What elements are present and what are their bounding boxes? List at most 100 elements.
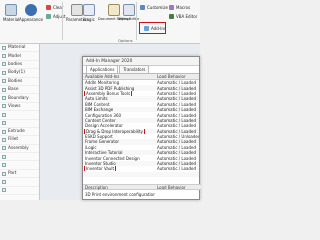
- addin-behavior: Automatic / Unloaded: [157, 134, 199, 140]
- table-row[interactable]: Auto Limits Automatic / Loaded: [83, 96, 199, 102]
- table-row[interactable]: Frame Generator Automatic / Loaded: [83, 139, 199, 145]
- browser-item[interactable]: Extrude: [0, 128, 39, 137]
- vba-editor-icon: [169, 14, 174, 19]
- addin-name: ESKD Support: [85, 134, 113, 140]
- appearance-sphere-icon: [25, 4, 38, 16]
- addin-name: Inventor Studio: [85, 161, 116, 167]
- description-row: 3D Print environment configuration: [83, 191, 201, 197]
- browser-item[interactable]: Fillet: [0, 136, 39, 145]
- browser-item[interactable]: [0, 120, 39, 128]
- browser-item[interactable]: Bodies: [0, 78, 39, 86]
- addin-name: AddIn Monitoring: [85, 80, 120, 86]
- node-icon: [2, 137, 6, 142]
- browser-item[interactable]: Part: [0, 170, 39, 179]
- addin-manager-dialog: Add-In Manager 2020 Applications Transla…: [82, 56, 201, 200]
- dialog-tabs: Applications Translators: [83, 65, 199, 74]
- node-icon: [2, 62, 6, 67]
- description-behavior-label: Load Behavior: [157, 184, 186, 190]
- node-icon: [2, 45, 6, 50]
- node-icon: [2, 79, 6, 84]
- node-icon: [2, 104, 6, 109]
- column-header-name[interactable]: Available Add-Ins: [83, 74, 155, 79]
- table-row[interactable]: Inventor Studio Automatic / Loaded: [83, 160, 199, 167]
- table-row[interactable]: Configuration 360 Automatic / Loaded: [83, 112, 199, 118]
- addin-name: Configuration 360: [85, 112, 122, 118]
- browser-item[interactable]: Base: [0, 86, 39, 95]
- node-icon: [2, 70, 6, 75]
- tab-applications[interactable]: Applications: [86, 65, 119, 73]
- table-row[interactable]: Design Accelerator Automatic / Loaded: [83, 123, 199, 128]
- addin-name: Content Center: [85, 117, 116, 123]
- table-row[interactable]: Assembly Bonus Tools Automatic / Loaded: [83, 90, 199, 96]
- table-row[interactable]: Inventor Connected Design Automatic / Loa…: [83, 155, 199, 161]
- ilogic-button[interactable]: iLogic: [83, 4, 95, 22]
- appearance-button[interactable]: Appearance: [19, 4, 43, 22]
- separator: [136, 2, 137, 40]
- model-browser: Material Model bodies Body(1) Bodies Bas…: [0, 44, 40, 200]
- adjust-icon: [46, 14, 51, 19]
- table-row[interactable]: Assist 3D PDF Publishing Automatic / Load…: [83, 85, 199, 91]
- addins-highlight-box: [139, 22, 166, 34]
- table-row[interactable]: BIM Content Automatic / Loaded: [83, 102, 199, 107]
- addin-name: Inventor Connected Design: [85, 155, 140, 161]
- customize-icon: [140, 5, 145, 10]
- addin-name: Interactive Tutorial: [85, 150, 123, 156]
- addin-behavior: Automatic / Loaded: [157, 90, 196, 96]
- browser-item[interactable]: Views: [0, 103, 39, 112]
- table-row[interactable]: Drag & Drop Interoperability Automatic / …: [83, 128, 199, 134]
- addin-behavior: Automatic / Loaded: [157, 150, 196, 156]
- browser-item[interactable]: [0, 178, 39, 187]
- browser-item[interactable]: Model: [0, 52, 39, 61]
- node-icon: [2, 154, 6, 159]
- table-row[interactable]: BIM Exchange Automatic / Loaded: [83, 106, 199, 113]
- table-row[interactable]: [83, 177, 199, 182]
- addin-behavior: Automatic / Loaded: [157, 155, 196, 161]
- addin-behavior: Automatic / Loaded: [157, 123, 196, 129]
- table-row[interactable]: AddIn Monitoring Automatic / Loaded: [83, 80, 199, 85]
- node-icon: [2, 87, 6, 92]
- addin-behavior: Automatic / Loaded: [157, 161, 196, 167]
- customize-button[interactable]: Customize: [140, 5, 168, 10]
- macros-button[interactable]: Macros: [169, 5, 190, 10]
- browser-item[interactable]: Boundary: [0, 94, 39, 103]
- table-row[interactable]: ESKD Support Automatic / Unloaded: [83, 134, 199, 139]
- addin-behavior: Automatic / Loaded: [157, 107, 196, 113]
- browser-item[interactable]: Assembly: [0, 145, 39, 154]
- addin-table-body: AddIn Monitoring Automatic / Loaded Assis…: [83, 80, 199, 182]
- addin-behavior: Automatic / Loaded: [157, 85, 196, 91]
- addin-behavior: Automatic / Loaded: [157, 96, 196, 102]
- addin-behavior: Automatic / Loaded: [157, 166, 196, 172]
- clear-button[interactable]: Clear: [46, 5, 63, 10]
- browser-item[interactable]: [0, 111, 39, 120]
- ribbon: Material Appearance Clear Adjust Paramet…: [0, 0, 200, 44]
- clear-icon: [46, 5, 51, 10]
- addin-behavior: Automatic / Loaded: [157, 80, 196, 86]
- table-row[interactable]: Interactive Tutorial Automatic / Loaded: [83, 150, 199, 156]
- addin-name: Inventor Vault: [83, 166, 117, 172]
- tab-translators[interactable]: Translators: [119, 65, 150, 73]
- browser-item[interactable]: [0, 187, 39, 196]
- browser-item[interactable]: Body(1): [0, 69, 39, 78]
- material-button[interactable]: Material: [3, 4, 19, 22]
- node-icon: [2, 129, 6, 134]
- macros-icon: [169, 5, 174, 10]
- browser-item[interactable]: [0, 153, 39, 162]
- table-row[interactable]: Inventor Vault Automatic / Loaded: [83, 166, 199, 172]
- node-icon: [2, 54, 6, 59]
- column-header-behavior[interactable]: Load Behavior: [155, 74, 199, 79]
- table-row[interactable]: Content Center Automatic / Loaded: [83, 117, 199, 124]
- addin-behavior: Automatic / Loaded: [157, 128, 196, 134]
- table-row[interactable]: iLogic Automatic / Loaded: [83, 145, 199, 150]
- browser-item[interactable]: bodies: [0, 61, 39, 70]
- node-icon: [2, 188, 6, 193]
- description-header: Description Load Behavior: [83, 184, 201, 190]
- addin-behavior: Automatic / Loaded: [157, 144, 196, 150]
- vba-editor-button[interactable]: VBA Editor: [169, 14, 197, 19]
- node-icon: [2, 121, 6, 126]
- node-icon: [2, 179, 6, 184]
- group-label-options: Options: [118, 38, 133, 43]
- browser-item[interactable]: [0, 161, 39, 170]
- description-text: 3D Print environment configuration: [85, 191, 155, 197]
- browser-item[interactable]: Material: [0, 44, 39, 53]
- addin-behavior: Automatic / Loaded: [157, 117, 196, 123]
